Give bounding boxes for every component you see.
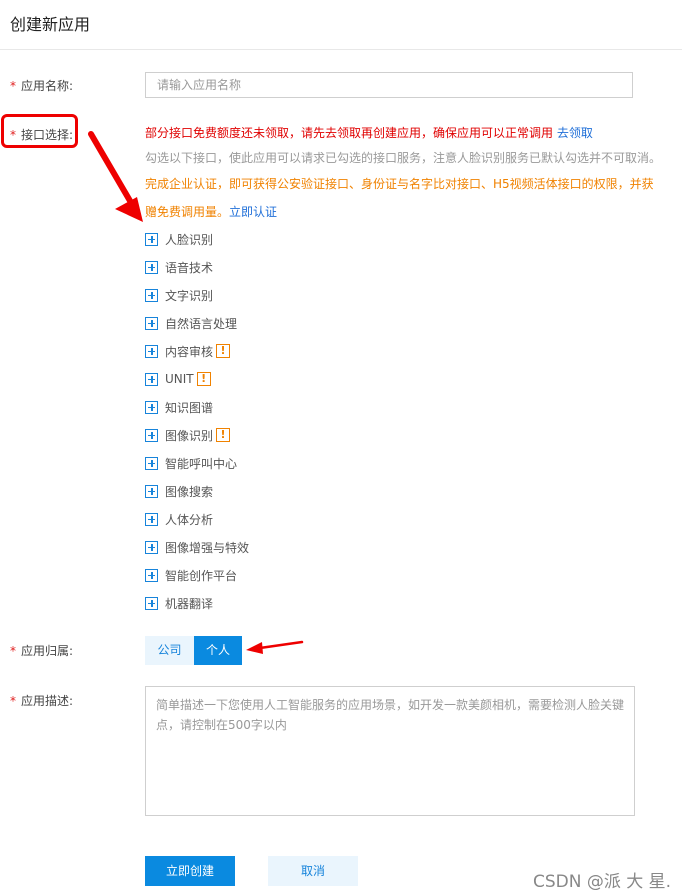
claim-quota-link[interactable]: 去领取 — [557, 126, 593, 140]
watermark: CSDN @派 大 星. — [533, 872, 672, 892]
verify-now-link[interactable]: 立即认证 — [229, 205, 277, 219]
expand-plus-icon[interactable] — [145, 344, 158, 358]
api-item[interactable]: 图像搜索 — [145, 482, 213, 500]
api-item[interactable]: 人脸识别 — [145, 230, 213, 248]
description-label-text: 应用描述: — [21, 694, 74, 708]
verify-notice-line2: 赠免费调用量。立即认证 — [145, 203, 277, 220]
cancel-button[interactable]: 取消 — [268, 856, 358, 886]
free-quota-notice: 部分接口免费额度还未领取，请先去领取再创建应用，确保应用可以正常调用 去领取 — [145, 124, 593, 141]
api-item-label: 智能呼叫中心 — [165, 456, 238, 471]
api-hint-text: 勾选以下接口，使此应用可以请求已勾选的接口服务，注意人脸识别服务已默认勾选并不可… — [145, 151, 662, 165]
api-item-label: 文字识别 — [165, 288, 214, 303]
api-item[interactable]: 人体分析 — [145, 510, 213, 528]
annotation-arrow-left — [246, 640, 304, 654]
api-item[interactable]: 语音技术 — [145, 258, 213, 276]
expand-plus-icon[interactable] — [145, 316, 158, 330]
api-select-label-text: 接口选择: — [21, 128, 74, 142]
expand-plus-icon[interactable] — [145, 484, 158, 498]
api-item[interactable]: 自然语言处理 — [145, 314, 237, 332]
warning-icon: ! — [196, 372, 211, 386]
api-item-label: 图像增强与特效 — [165, 540, 250, 555]
ownership-label-text: 应用归属: — [21, 644, 74, 658]
api-item-label: 智能创作平台 — [165, 568, 238, 583]
verify-notice-line2-text: 赠免费调用量。 — [145, 205, 230, 219]
required-mark: * — [10, 79, 16, 93]
expand-plus-icon[interactable] — [145, 596, 158, 610]
ownership-personal-option[interactable]: 个人 — [194, 636, 242, 665]
expand-plus-icon[interactable] — [145, 540, 158, 554]
app-name-label: * 应用名称: — [10, 77, 73, 94]
api-item-label: UNIT — [165, 372, 194, 386]
annotation-arrow-down — [88, 131, 143, 222]
expand-plus-icon[interactable] — [145, 232, 158, 246]
header-divider — [0, 49, 682, 50]
expand-plus-icon[interactable] — [145, 568, 158, 582]
api-item[interactable]: 内容审核! — [145, 342, 231, 360]
required-mark: * — [10, 644, 16, 658]
warning-icon: ! — [216, 428, 231, 442]
api-item-label: 自然语言处理 — [165, 316, 238, 331]
api-item-label: 知识图谱 — [165, 400, 214, 415]
free-quota-notice-text: 部分接口免费额度还未领取，请先去领取再创建应用，确保应用可以正常调用 — [145, 126, 554, 140]
warning-icon: ! — [216, 344, 231, 358]
required-mark: * — [10, 694, 16, 708]
api-item[interactable]: 智能呼叫中心 — [145, 454, 237, 472]
description-label: * 应用描述: — [10, 692, 73, 709]
api-select-label: * 接口选择: — [10, 126, 73, 143]
api-item[interactable]: 知识图谱 — [145, 398, 213, 416]
api-item-label: 人体分析 — [165, 512, 214, 527]
ownership-company-option[interactable]: 公司 — [145, 636, 194, 665]
api-item-label: 机器翻译 — [165, 596, 214, 611]
expand-plus-icon[interactable] — [145, 456, 158, 470]
api-item-label: 图像识别 — [165, 428, 214, 443]
expand-plus-icon[interactable] — [145, 400, 158, 414]
api-item-label: 人脸识别 — [165, 232, 214, 247]
api-item[interactable]: 图像增强与特效 — [145, 538, 249, 556]
create-button[interactable]: 立即创建 — [145, 856, 235, 886]
api-item-label: 图像搜索 — [165, 484, 214, 499]
expand-plus-icon[interactable] — [145, 288, 158, 302]
page-title: 创建新应用 — [10, 15, 91, 34]
expand-plus-icon[interactable] — [145, 372, 158, 386]
verify-notice-line1: 完成企业认证，即可获得公安验证接口、身份证与名字比对接口、H5视频活体接口的权限… — [145, 177, 654, 191]
app-name-label-text: 应用名称: — [21, 79, 74, 93]
expand-plus-icon[interactable] — [145, 512, 158, 526]
app-name-input[interactable] — [145, 72, 633, 98]
api-item-label: 内容审核 — [165, 344, 214, 359]
api-item-label: 语音技术 — [165, 260, 214, 275]
expand-plus-icon[interactable] — [145, 260, 158, 274]
description-textarea[interactable] — [145, 686, 635, 816]
api-item[interactable]: 智能创作平台 — [145, 566, 237, 584]
api-item[interactable]: UNIT! — [145, 370, 211, 388]
ownership-label: * 应用归属: — [10, 642, 73, 659]
expand-plus-icon[interactable] — [145, 428, 158, 442]
api-item[interactable]: 文字识别 — [145, 286, 213, 304]
required-mark: * — [10, 128, 16, 142]
api-item[interactable]: 图像识别! — [145, 426, 231, 444]
api-item[interactable]: 机器翻译 — [145, 594, 213, 612]
